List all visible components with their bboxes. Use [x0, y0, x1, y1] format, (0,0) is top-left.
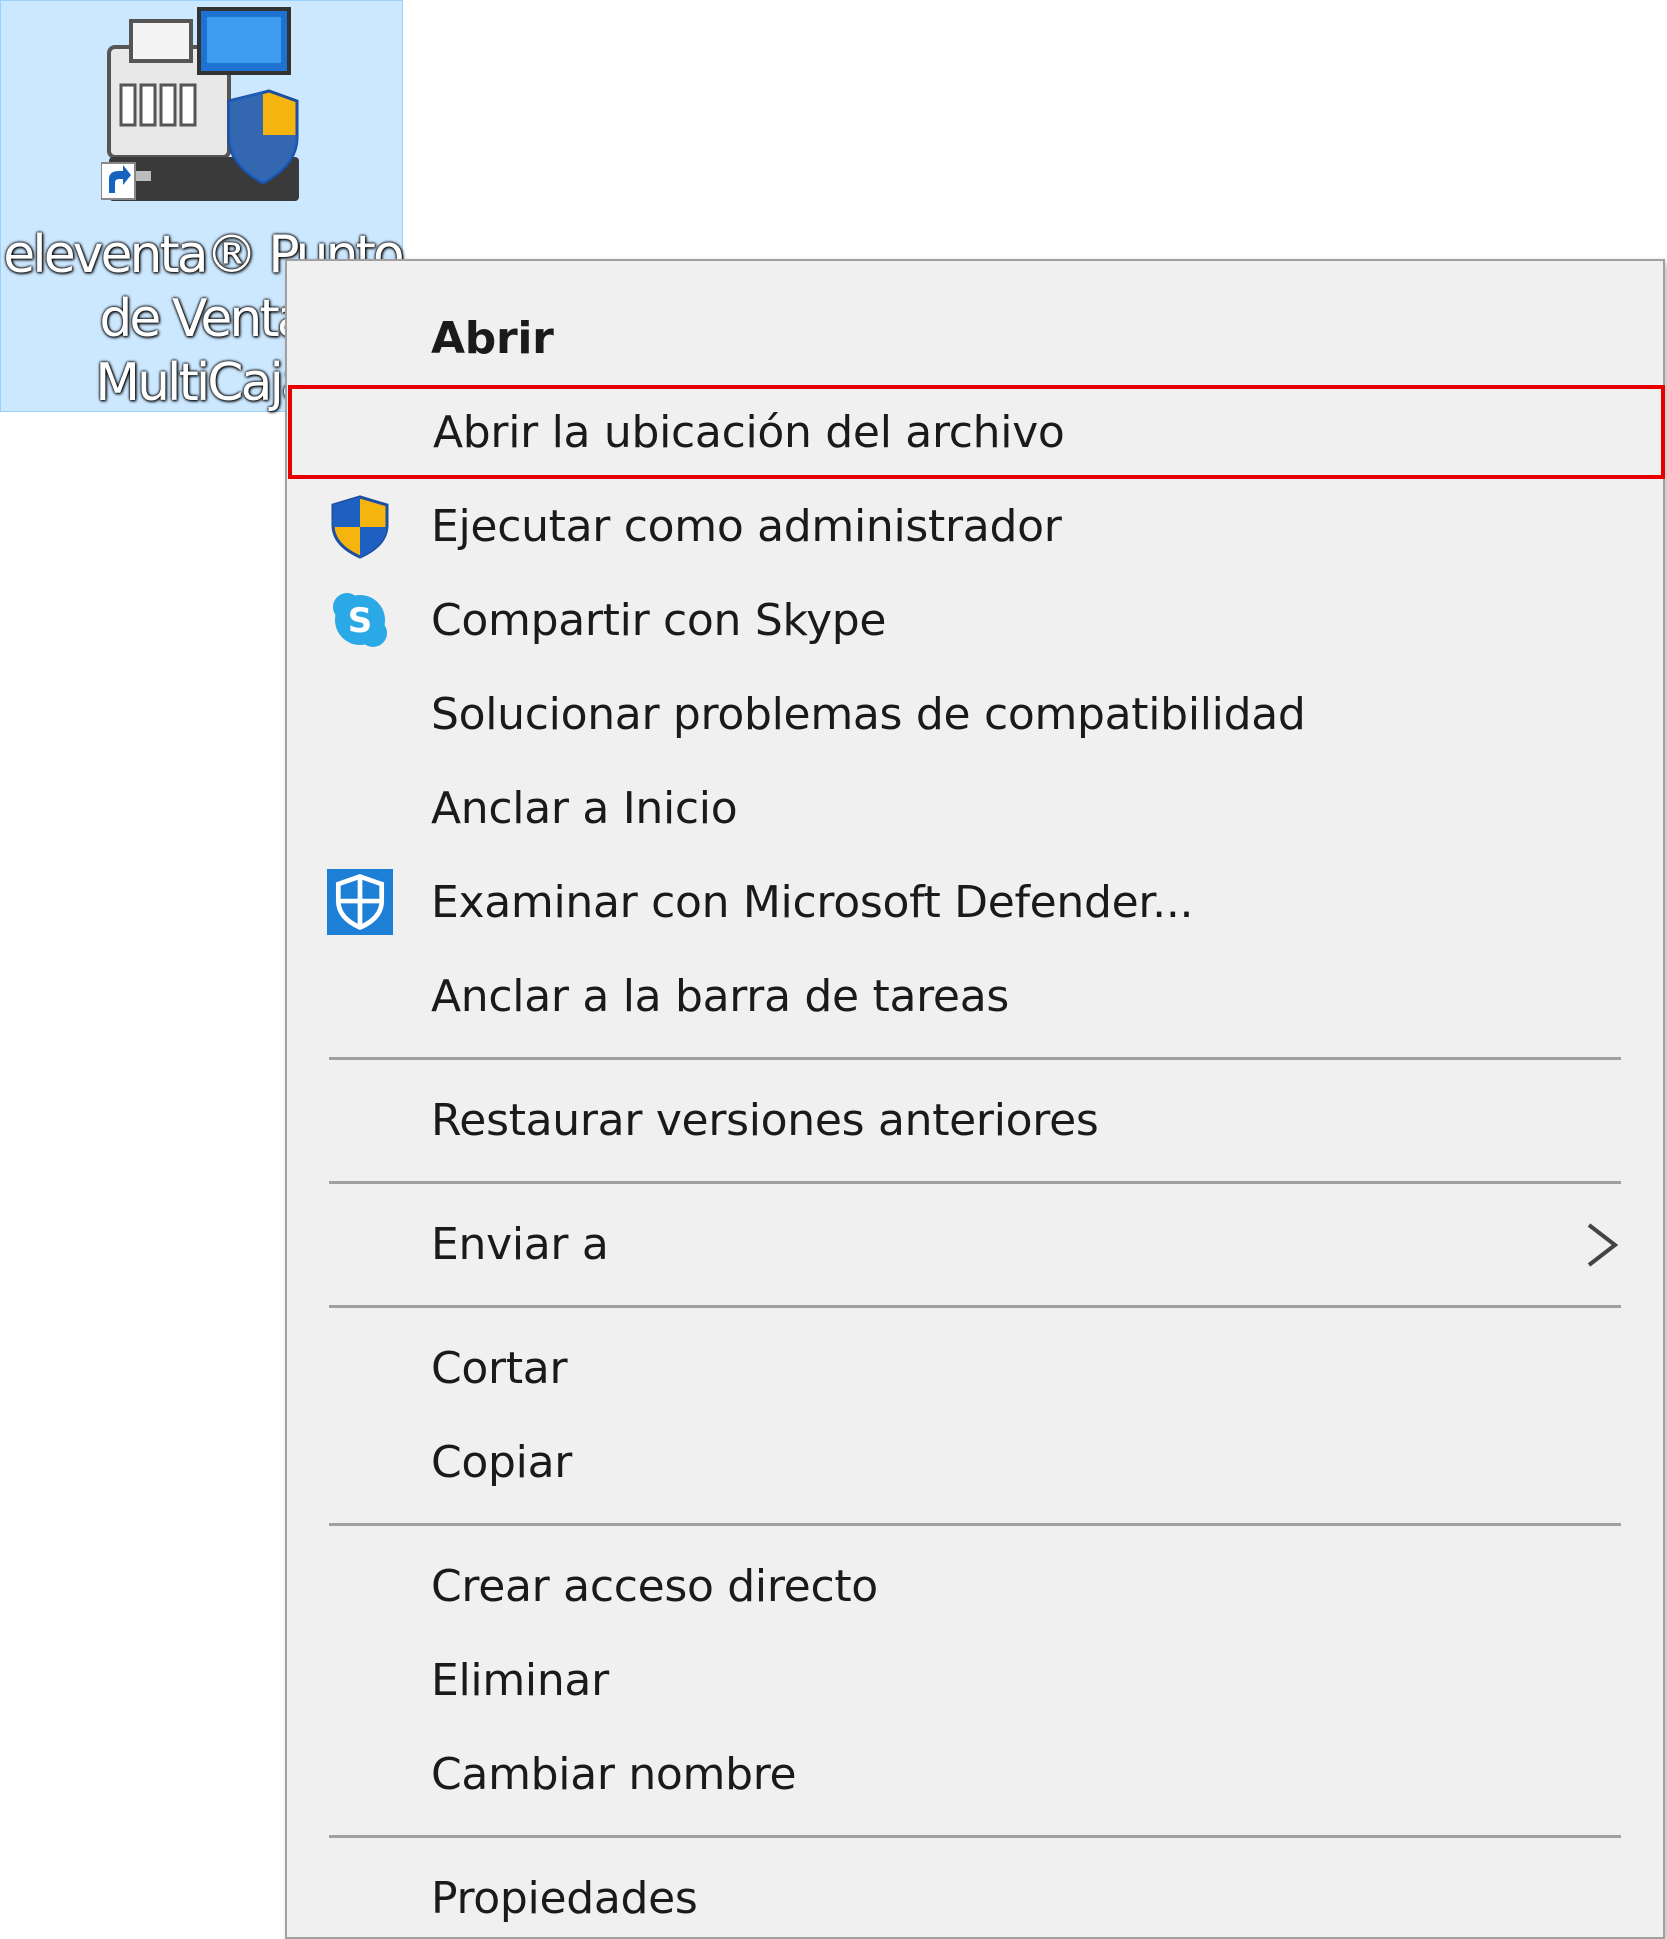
- menu-separator: [287, 1043, 1663, 1073]
- menu-separator: [287, 1821, 1663, 1851]
- menu-item-ejecutar-administrador[interactable]: Ejecutar como administrador: [287, 479, 1663, 573]
- menu-item-label: Abrir la ubicación del archivo: [433, 406, 1065, 458]
- menu-item-label: Abrir: [431, 312, 554, 364]
- menu-item-compartir-skype[interactable]: S Compartir con Skype: [287, 573, 1663, 667]
- menu-item-label: Copiar: [431, 1436, 573, 1488]
- menu-item-crear-acceso-directo[interactable]: Crear acceso directo: [287, 1539, 1663, 1633]
- svg-text:S: S: [348, 601, 373, 641]
- menu-item-restaurar-versiones[interactable]: Restaurar versiones anteriores: [287, 1073, 1663, 1167]
- menu-separator: [287, 1509, 1663, 1539]
- menu-item-label: Propiedades: [431, 1872, 698, 1924]
- context-menu: Abrir Abrir la ubicación del archivo Eje…: [285, 259, 1665, 1939]
- menu-item-label: Cortar: [431, 1342, 568, 1394]
- menu-item-examinar-defender[interactable]: Examinar con Microsoft Defender...: [287, 855, 1663, 949]
- menu-item-label: Enviar a: [431, 1218, 609, 1270]
- menu-item-label: Ejecutar como administrador: [431, 500, 1062, 552]
- menu-item-label: Restaurar versiones anteriores: [431, 1094, 1099, 1146]
- menu-item-anclar-inicio[interactable]: Anclar a Inicio: [287, 761, 1663, 855]
- menu-item-label: Eliminar: [431, 1654, 609, 1706]
- menu-item-label: Anclar a Inicio: [431, 782, 738, 834]
- menu-item-label: Cambiar nombre: [431, 1748, 797, 1800]
- menu-item-eliminar[interactable]: Eliminar: [287, 1633, 1663, 1727]
- menu-item-abrir-ubicacion[interactable]: Abrir la ubicación del archivo: [288, 385, 1665, 479]
- menu-item-label: Anclar a la barra de tareas: [431, 970, 1009, 1022]
- menu-item-label: Solucionar problemas de compatibilidad: [431, 688, 1306, 740]
- menu-separator: [287, 1167, 1663, 1197]
- eleventa-pos-shortcut-icon: [101, 7, 299, 201]
- menu-item-abrir[interactable]: Abrir: [287, 291, 1663, 385]
- menu-item-anclar-barra-tareas[interactable]: Anclar a la barra de tareas: [287, 949, 1663, 1043]
- menu-item-cortar[interactable]: Cortar: [287, 1321, 1663, 1415]
- menu-item-enviar-a[interactable]: Enviar a: [287, 1197, 1663, 1291]
- desktop: eleventa® Punto de Venta MultiCaja Abrir…: [0, 0, 1667, 1939]
- menu-separator: [287, 1291, 1663, 1321]
- menu-item-propiedades[interactable]: Propiedades: [287, 1851, 1663, 1939]
- menu-item-cambiar-nombre[interactable]: Cambiar nombre: [287, 1727, 1663, 1821]
- defender-icon: [327, 869, 393, 935]
- menu-item-label: Compartir con Skype: [431, 594, 887, 646]
- menu-item-label: Examinar con Microsoft Defender...: [431, 876, 1194, 928]
- skype-icon: S: [327, 587, 393, 653]
- chevron-right-icon: [1587, 1223, 1619, 1267]
- menu-item-copiar[interactable]: Copiar: [287, 1415, 1663, 1509]
- menu-item-label: Crear acceso directo: [431, 1560, 878, 1612]
- uac-shield-icon: [327, 493, 393, 559]
- menu-item-solucionar-compatibilidad[interactable]: Solucionar problemas de compatibilidad: [287, 667, 1663, 761]
